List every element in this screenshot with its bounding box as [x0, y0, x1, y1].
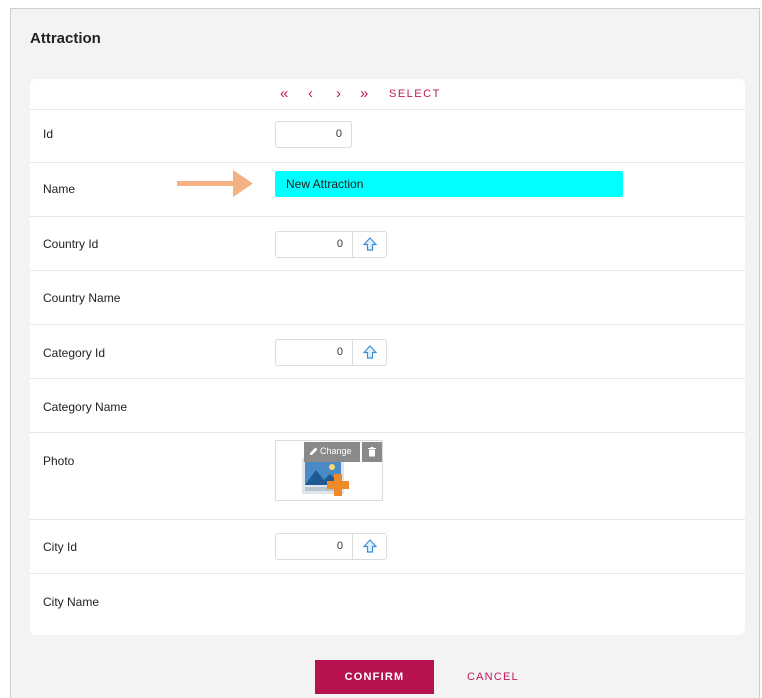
- row-country-id: Country Id 0: [30, 217, 745, 271]
- trash-icon: [368, 447, 376, 457]
- city-id-field[interactable]: 0: [275, 533, 352, 560]
- name-label: Name: [43, 182, 76, 196]
- pencil-icon: [310, 447, 318, 455]
- city-id-label: City Id: [43, 540, 78, 554]
- country-id-label: Country Id: [43, 237, 99, 251]
- arrow-up-icon: [363, 237, 377, 251]
- name-field[interactable]: New Attraction: [275, 171, 623, 197]
- cancel-button[interactable]: CANCEL: [467, 671, 519, 683]
- id-field[interactable]: 0: [275, 121, 352, 148]
- country-name-label: Country Name: [43, 291, 121, 305]
- row-city-name: City Name: [30, 574, 745, 635]
- select-button[interactable]: SELECT: [389, 88, 441, 100]
- arrow-up-icon: [363, 345, 377, 359]
- confirm-button[interactable]: CONFIRM: [315, 660, 434, 694]
- change-photo-button[interactable]: Change: [304, 442, 360, 462]
- arrow-up-icon: [363, 539, 377, 553]
- delete-photo-button[interactable]: [362, 442, 382, 462]
- photo-uploader[interactable]: Change: [275, 440, 383, 501]
- row-category-name: Category Name: [30, 379, 745, 433]
- row-photo: Photo Change: [30, 433, 745, 520]
- row-name: Name New Attraction: [30, 163, 745, 217]
- photo-label: Photo: [43, 454, 75, 468]
- category-name-label: Category Name: [43, 400, 128, 414]
- category-id-field[interactable]: 0: [275, 339, 352, 366]
- country-prompt-button[interactable]: [352, 231, 387, 258]
- chevron-right-icon[interactable]: ›: [336, 85, 341, 103]
- arrow-right-icon: [177, 170, 253, 197]
- row-country-name: Country Name: [30, 271, 745, 325]
- row-id: Id 0: [30, 109, 745, 163]
- category-id-label: Category Id: [43, 346, 106, 360]
- chevron-left-icon[interactable]: ‹: [308, 85, 313, 103]
- window-title: Attraction: [30, 30, 101, 47]
- row-city-id: City Id 0: [30, 520, 745, 574]
- city-prompt-button[interactable]: [352, 533, 387, 560]
- change-label: Change: [320, 446, 352, 456]
- city-name-label: City Name: [43, 595, 100, 609]
- country-id-field[interactable]: 0: [275, 231, 352, 258]
- double-chevron-left-icon[interactable]: «: [280, 85, 288, 103]
- id-label: Id: [43, 127, 54, 141]
- form-card: « ‹ › » SELECT Id 0 Name New Attraction …: [30, 79, 745, 635]
- record-navigation: « ‹ › » SELECT: [30, 79, 745, 110]
- transaction-panel: Attraction « ‹ › » SELECT Id 0 Name New …: [10, 8, 760, 698]
- double-chevron-right-icon[interactable]: »: [360, 85, 368, 103]
- row-category-id: Category Id 0: [30, 325, 745, 379]
- category-prompt-button[interactable]: [352, 339, 387, 366]
